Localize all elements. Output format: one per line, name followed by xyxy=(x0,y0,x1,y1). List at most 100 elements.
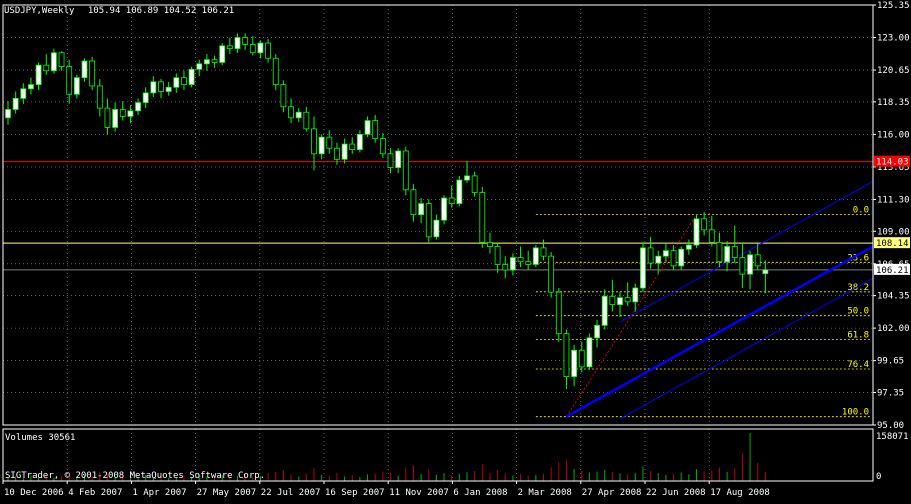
candle xyxy=(532,245,539,268)
candle-body xyxy=(311,128,317,155)
candle-body xyxy=(272,57,279,85)
time-tick-label: 11 Nov 2007 xyxy=(389,488,449,498)
candle-body xyxy=(35,64,42,85)
candle-body xyxy=(203,59,210,65)
candle-body xyxy=(288,106,294,119)
candle-body xyxy=(188,68,195,85)
candle-body xyxy=(410,189,417,216)
candle-body xyxy=(540,247,547,257)
candle xyxy=(548,252,555,298)
candle xyxy=(188,66,195,88)
price-tick-label: 99.65 xyxy=(877,357,904,367)
price-level-tag-label: 108.14 xyxy=(876,239,909,249)
candle-body xyxy=(601,295,608,326)
candle-body xyxy=(349,143,356,151)
price-tick-label: 97.35 xyxy=(877,388,904,398)
candle-body xyxy=(257,42,264,54)
candle-body xyxy=(379,138,386,155)
time-tick-label: 1 Apr 2007 xyxy=(132,488,186,498)
time-tick-label: 6 Jan 2008 xyxy=(453,488,507,498)
candle-body xyxy=(571,349,577,377)
candle-body xyxy=(555,291,562,335)
candle xyxy=(456,175,463,207)
candle-body xyxy=(685,244,692,250)
time-tick-label: 2 Mar 2008 xyxy=(518,488,572,498)
candle-body xyxy=(678,248,685,267)
candle-body xyxy=(739,257,746,275)
candle-body xyxy=(456,179,463,204)
candle-body xyxy=(762,269,769,275)
candle-body xyxy=(425,203,432,238)
candle-body xyxy=(20,88,27,99)
candle-body xyxy=(479,192,486,243)
candle-body xyxy=(731,246,738,258)
candle-body xyxy=(104,107,111,128)
candle-body xyxy=(517,257,524,263)
candle-body xyxy=(640,247,646,289)
candle-body xyxy=(135,102,141,112)
candle-body xyxy=(5,109,11,119)
candle-body xyxy=(372,120,379,139)
symbol-title: USDJPY,Weekly 105.94 106.89 104.52 106.2… xyxy=(4,6,234,16)
price-tick-label: 111.30 xyxy=(877,195,910,205)
time-tick-label: 22 Jul 2007 xyxy=(261,488,321,498)
candle-body xyxy=(265,42,272,59)
price-tick-label: 116.00 xyxy=(877,130,910,140)
price-level-tag-label: 106.21 xyxy=(876,266,909,276)
fib-level-label: 61.8 xyxy=(847,331,869,341)
symbol-timeframe: USDJPY,Weekly xyxy=(4,6,75,16)
price-tick-label: 95.00 xyxy=(877,421,904,431)
candle xyxy=(586,333,593,370)
time-tick-label: 17 Aug 2008 xyxy=(710,488,770,498)
candle-body xyxy=(96,85,103,109)
candle-body xyxy=(448,197,455,204)
candle-body xyxy=(226,45,233,49)
candle xyxy=(441,195,447,225)
price-tick-label: 120.65 xyxy=(877,66,910,76)
candle-body xyxy=(387,153,394,169)
candle-body xyxy=(242,37,249,45)
candle-body xyxy=(326,136,333,149)
candle-body xyxy=(234,37,241,49)
candle-body xyxy=(502,264,509,271)
time-tick-label: 16 Sep 2007 xyxy=(325,488,385,498)
candle-body xyxy=(127,110,134,117)
candle-body xyxy=(89,60,96,87)
candle-body xyxy=(150,81,157,94)
chart-canvas[interactable]: 0.023.638.250.061.876.4100.0 125.35123.0… xyxy=(0,0,911,500)
candle-body xyxy=(708,229,715,243)
candle-body xyxy=(525,261,532,265)
candle-body xyxy=(318,136,325,155)
copyright-text: SIGTrader, © 2001-2008 MetaQuotes Softwa… xyxy=(5,471,265,481)
time-tick-label: 22 Jun 2008 xyxy=(646,488,706,498)
candle-body xyxy=(701,218,708,231)
candle-body xyxy=(58,52,65,67)
candle-body xyxy=(196,63,203,70)
fib-level-label: 100.0 xyxy=(842,408,869,418)
volume-zero-label: 0 xyxy=(876,472,881,482)
candle xyxy=(272,54,279,91)
candle-body xyxy=(395,150,402,169)
candle-body xyxy=(494,246,501,265)
time-tick-label: 27 May 2007 xyxy=(197,488,257,498)
fib-level-label: 0.0 xyxy=(853,206,869,216)
candle-body xyxy=(754,254,761,267)
candle-body xyxy=(341,143,348,160)
candle-body xyxy=(219,45,226,63)
price-tick-label: 118.35 xyxy=(877,98,910,108)
price-tick-label: 125.35 xyxy=(877,1,910,11)
candle-body xyxy=(464,175,470,181)
price-tick-label: 102.00 xyxy=(877,324,910,334)
ohlc-values: 105.94 106.89 104.52 106.21 xyxy=(88,6,234,16)
candle-body xyxy=(693,218,700,246)
candle-body xyxy=(81,60,88,79)
candle-body xyxy=(418,203,425,216)
volume-label: Volumes 30561 xyxy=(5,433,75,443)
candle-body xyxy=(716,241,723,263)
candle-body xyxy=(724,246,730,263)
candle-body xyxy=(532,247,539,265)
trading-chart[interactable]: 0.0 23.6 38.2 50.0 61.8 76.4 100.0 125.35 123.0… xyxy=(0,0,911,500)
candle-body xyxy=(624,297,631,303)
candle-body xyxy=(334,147,340,160)
candle-body xyxy=(158,81,164,92)
